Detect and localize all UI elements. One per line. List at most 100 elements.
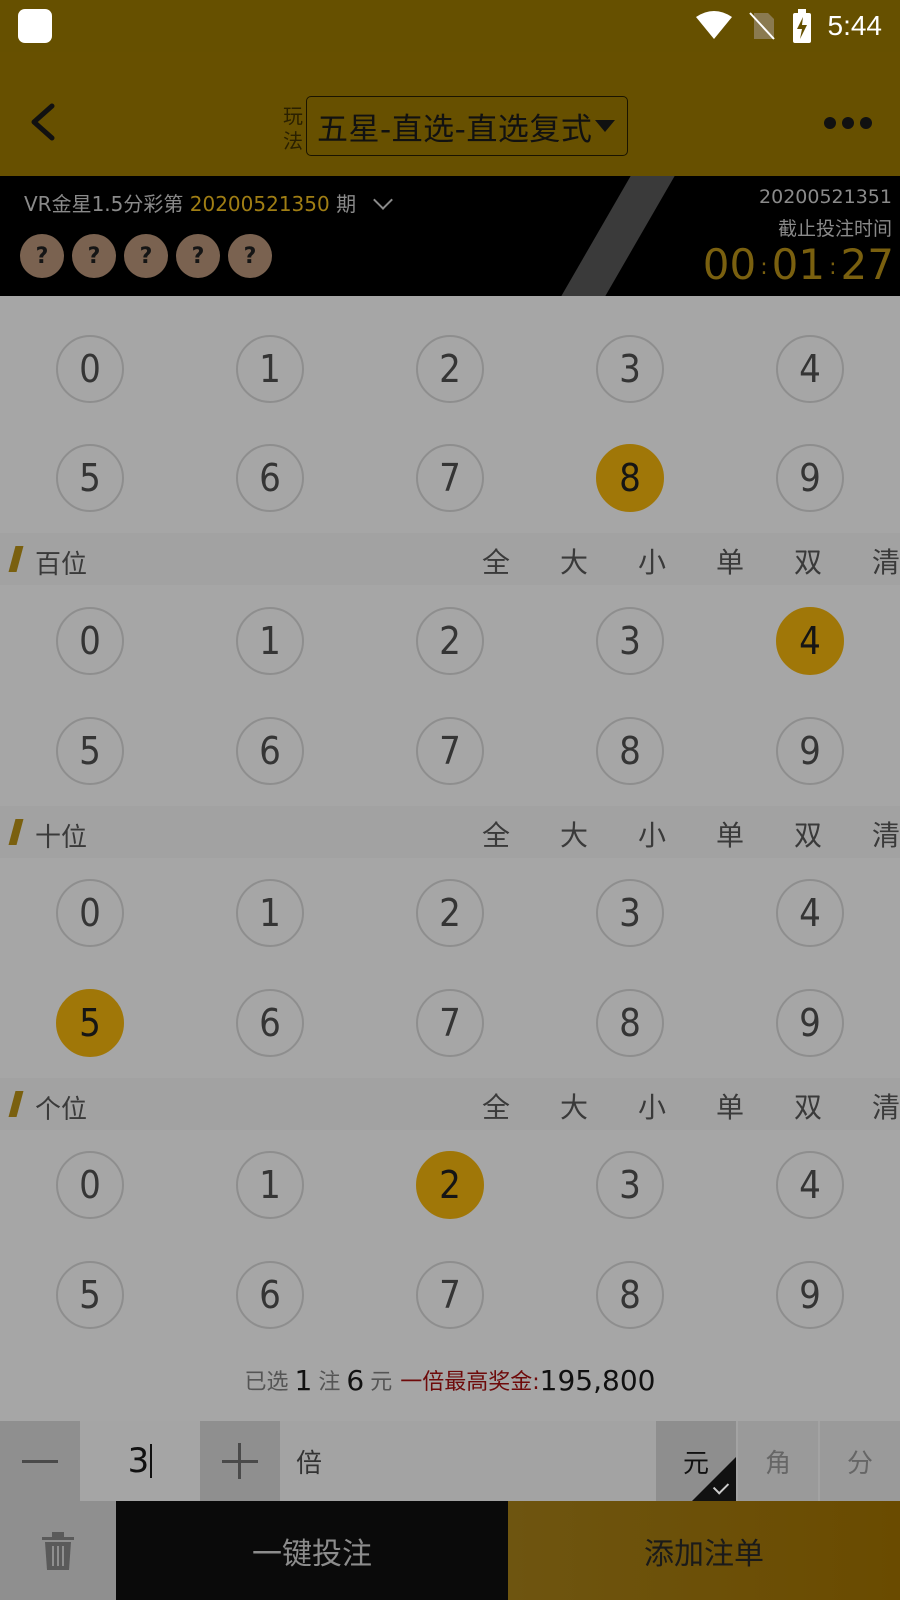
unit-jiao-toggle[interactable]: 角 [738,1421,818,1501]
number-ball-2[interactable]: 2 [416,607,484,675]
number-ball-5[interactable]: 5 [56,444,124,512]
quick-select-option[interactable]: 双 [769,1086,847,1126]
quick-select-option[interactable]: 大 [535,541,613,581]
back-arrow-icon[interactable] [22,100,66,144]
number-ball-8[interactable]: 8 [596,444,664,512]
number-ball-2[interactable]: 2 [416,335,484,403]
number-ball-7[interactable]: 7 [416,444,484,512]
result-ball: ? [20,234,64,278]
quick-select-group: 全大小单双清 [457,814,900,854]
quick-select-option[interactable]: 小 [613,814,691,854]
number-ball-7[interactable]: 7 [416,989,484,1057]
play-mode-label: 玩法 [283,104,303,153]
quick-select-option[interactable]: 单 [691,1086,769,1126]
number-ball-9[interactable]: 9 [776,717,844,785]
number-ball-6[interactable]: 6 [236,989,304,1057]
number-ball-6[interactable]: 6 [236,444,304,512]
action-bar: 一键投注 添加注单 [0,1501,900,1600]
bet-summary: 已选 1 注 6元 一倍最高奖金: 195,800 [244,1363,656,1397]
number-ball-8[interactable]: 8 [596,1261,664,1329]
number-ball-4[interactable]: 4 [776,335,844,403]
section-tag-icon [8,819,24,845]
dropdown-caret-icon [595,120,615,132]
number-ball-0[interactable]: 0 [56,335,124,403]
number-ball-9[interactable]: 9 [776,989,844,1057]
number-ball-8[interactable]: 8 [596,989,664,1057]
quick-select-option[interactable]: 小 [613,1086,691,1126]
quick-select-option[interactable]: 清 [847,541,900,581]
quick-select-option[interactable]: 清 [847,1086,900,1126]
bet-count: 1 [294,1363,313,1397]
number-ball-6[interactable]: 6 [236,717,304,785]
number-ball-1[interactable]: 1 [236,879,304,947]
section-tag-icon [8,546,24,572]
result-ball: ? [124,234,168,278]
number-ball-4[interactable]: 4 [776,1151,844,1219]
battery-charging-icon [792,9,811,43]
countdown-timer: 00:01:27 [702,240,894,289]
number-ball-9[interactable]: 9 [776,1261,844,1329]
play-mode-dropdown[interactable]: 五星-直选-直选复式 [306,96,628,156]
position-header: 百位 全大小单双清 [0,533,900,585]
number-ball-5[interactable]: 5 [56,1261,124,1329]
quick-select-option[interactable]: 清 [847,814,900,854]
minus-icon [22,1460,58,1463]
next-issue-number: 20200521351 [759,186,892,208]
number-ball-4[interactable]: 4 [776,879,844,947]
result-ball: ? [228,234,272,278]
quick-select-option[interactable]: 单 [691,541,769,581]
number-ball-3[interactable]: 3 [596,1151,664,1219]
unit-yuan-toggle[interactable]: 元 [656,1421,736,1501]
number-ball-0[interactable]: 0 [56,1151,124,1219]
number-ball-2[interactable]: 2 [416,1151,484,1219]
quick-select-option[interactable]: 双 [769,814,847,854]
number-ball-3[interactable]: 3 [596,879,664,947]
quick-select-option[interactable]: 全 [457,1086,535,1126]
position-header: 个位 全大小单双清 [0,1078,900,1130]
number-ball-3[interactable]: 3 [596,335,664,403]
increase-multiplier-button[interactable] [200,1421,280,1501]
number-ball-7[interactable]: 7 [416,1261,484,1329]
number-ball-5[interactable]: 5 [56,717,124,785]
number-ball-4[interactable]: 4 [776,607,844,675]
multiplier-bar: 3 倍 元 角 分 [0,1421,900,1501]
add-to-order-button[interactable]: 添加注单 [508,1501,900,1600]
number-ball-7[interactable]: 7 [416,717,484,785]
play-mode-value: 五星-直选-直选复式 [317,111,593,148]
clock: 5:44 [827,10,883,41]
trash-icon[interactable] [40,1531,76,1571]
position-label: 百位 [35,550,88,580]
draw-info-panel: VR金星1.5分彩第 20200521350 期 ? ? ? ? ? 20200… [0,176,900,296]
quick-select-option[interactable]: 全 [457,541,535,581]
number-ball-0[interactable]: 0 [56,607,124,675]
quick-select-option[interactable]: 大 [535,814,613,854]
position-label: 十位 [35,823,88,853]
status-bar: 5:44 [0,0,900,52]
more-options-icon[interactable] [824,117,872,129]
unit-fen-toggle[interactable]: 分 [820,1421,900,1501]
quick-select-option[interactable]: 全 [457,814,535,854]
quick-select-option[interactable]: 双 [769,541,847,581]
draw-result-balls: ? ? ? ? ? [20,234,272,278]
number-ball-1[interactable]: 1 [236,607,304,675]
number-ball-5[interactable]: 5 [56,989,124,1057]
one-key-bet-button[interactable]: 一键投注 [116,1501,508,1600]
number-ball-2[interactable]: 2 [416,879,484,947]
number-ball-9[interactable]: 9 [776,444,844,512]
decrease-multiplier-button[interactable] [0,1421,80,1501]
quick-select-option[interactable]: 小 [613,541,691,581]
quick-select-option[interactable]: 大 [535,1086,613,1126]
quick-select-option[interactable]: 单 [691,814,769,854]
position-header: 十位 全大小单双清 [0,806,900,858]
number-ball-3[interactable]: 3 [596,607,664,675]
chevron-down-icon [373,190,394,210]
result-ball: ? [72,234,116,278]
number-ball-1[interactable]: 1 [236,1151,304,1219]
number-ball-1[interactable]: 1 [236,335,304,403]
multiplier-input[interactable]: 3 [80,1421,200,1501]
number-ball-0[interactable]: 0 [56,879,124,947]
draw-issue-selector[interactable]: VR金星1.5分彩第 20200521350 期 [24,188,394,217]
number-ball-8[interactable]: 8 [596,717,664,785]
draw-issue-number: 20200521350 [189,192,330,216]
number-ball-6[interactable]: 6 [236,1261,304,1329]
